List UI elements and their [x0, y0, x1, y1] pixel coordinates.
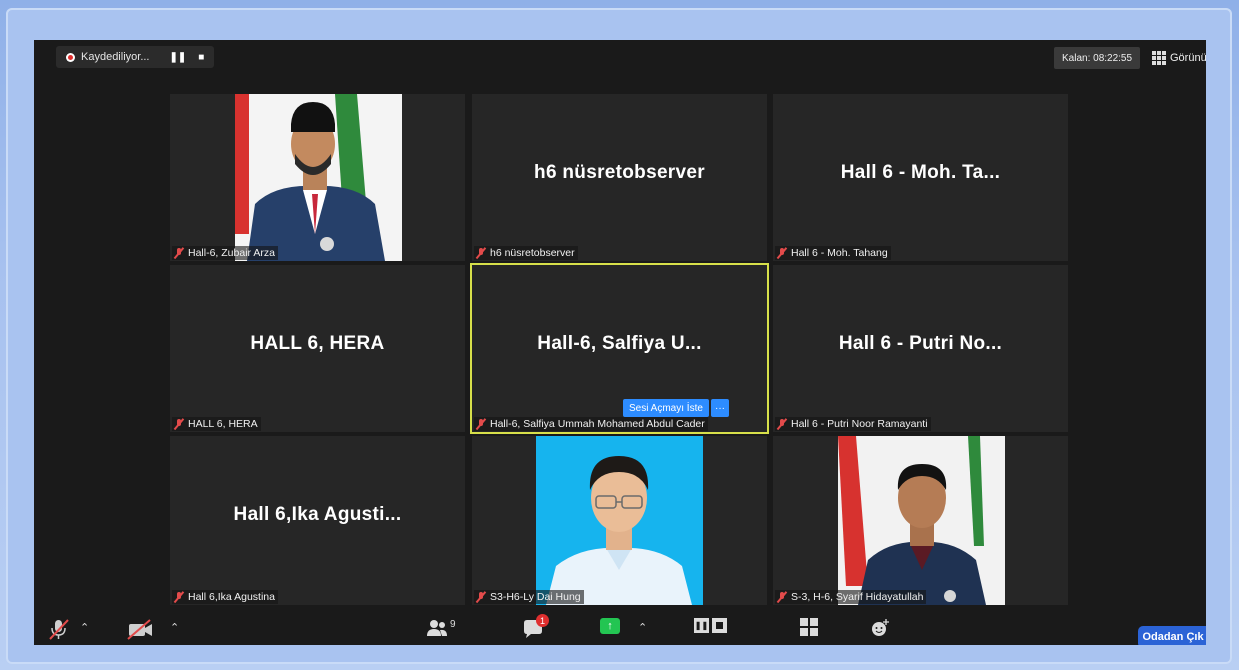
grid-view-icon: [1152, 51, 1166, 65]
participant-display-name: Hall 6 - Moh. Ta...: [840, 162, 1001, 183]
breakout-rooms-icon: [800, 618, 818, 636]
muted-microphone-icon: [49, 619, 69, 640]
participant-name: HALL 6, HERA: [172, 417, 261, 431]
participant-photo: [838, 436, 1005, 605]
recording-indicator[interactable]: Kaydediliyor... ❚❚ ■: [56, 46, 215, 68]
meeting-toolbar: ⌃ ⌃ 9 1 ↑ ⌃ ❚❚: [34, 612, 1206, 645]
participant-display-name: HALL 6, HERA: [250, 333, 385, 354]
reaction-emoji-icon: [872, 619, 889, 636]
top-bar: Kaydediliyor... ❚❚ ■ Kalan: 08:22:55 Gör…: [34, 40, 1206, 76]
mute-button[interactable]: [46, 618, 72, 640]
remaining-time: Kalan: 08:22:55: [1054, 47, 1141, 69]
muted-mic-icon: [475, 418, 487, 430]
chat-button[interactable]: 1: [522, 614, 549, 640]
participant-name: Hall-6, Salfiya Ummah Mohamed Abdul Cade…: [474, 417, 708, 431]
muted-mic-icon: [475, 591, 487, 603]
participant-photo: [235, 94, 402, 261]
participant-display-name: Hall 6,Ika Agusti...: [233, 504, 402, 525]
muted-mic-icon: [173, 247, 185, 259]
muted-mic-icon: [776, 591, 788, 603]
participant-name: Hall-6, Zubair Arza: [172, 246, 278, 260]
pause-icon[interactable]: ❚❚: [694, 618, 709, 633]
participant-tile[interactable]: HALL 6, HERA HALL 6, HERA: [170, 265, 465, 432]
video-off-icon: [127, 619, 152, 640]
recording-controls[interactable]: ❚❚: [694, 618, 727, 633]
participant-tile[interactable]: Hall 6 - Moh. Ta... Hall 6 - Moh. Tahang: [773, 94, 1068, 261]
start-video-button[interactable]: [126, 618, 154, 640]
recording-label: Kaydediliyor...: [81, 51, 150, 63]
muted-mic-icon: [173, 591, 185, 603]
meeting-screen: Kaydediliyor... ❚❚ ■ Kalan: 08:22:55 Gör…: [34, 40, 1206, 645]
participant-name: Hall 6 - Putri Noor Ramayanti: [775, 417, 931, 431]
participant-name: S3-H6-Ly Dai Hung: [474, 590, 584, 604]
participants-count: 9: [450, 618, 456, 630]
pause-recording-icon[interactable]: ❚❚: [169, 52, 186, 63]
participant-tile[interactable]: S-3, H-6, Syarif Hidayatullah: [773, 436, 1068, 605]
participants-icon: [427, 620, 447, 636]
participant-tile[interactable]: Hall 6,Ika Agusti... Hall 6,Ika Agustina: [170, 436, 465, 605]
ask-to-unmute-button[interactable]: Sesi Açmayı İste: [623, 399, 709, 417]
share-options-chevron-icon[interactable]: ⌃: [638, 621, 647, 634]
reactions-button[interactable]: [870, 618, 890, 638]
chat-badge: 1: [536, 614, 549, 627]
participant-display-name: h6 nüsretobserver: [534, 162, 705, 183]
video-options-chevron-icon[interactable]: ⌃: [170, 621, 179, 634]
record-icon: [66, 52, 75, 62]
stop-recording-icon[interactable]: ■: [198, 52, 204, 63]
participant-display-name: Hall-6, Salfiya U...: [537, 333, 702, 354]
breakout-rooms-button[interactable]: [800, 618, 818, 636]
audio-options-chevron-icon[interactable]: ⌃: [80, 621, 89, 634]
participant-name: h6 nüsretobserver: [474, 246, 578, 260]
muted-mic-icon: [776, 247, 788, 259]
participant-name: Hall 6 - Moh. Tahang: [775, 246, 891, 260]
participant-name: Hall 6,Ika Agustina: [172, 590, 278, 604]
view-label: Görünüm: [1170, 52, 1206, 64]
participant-photo: [536, 436, 703, 605]
participant-tile[interactable]: h6 nüsretobserver h6 nüsretobserver: [472, 94, 767, 261]
participants-button[interactable]: 9: [426, 618, 456, 638]
share-screen-icon: ↑: [600, 618, 620, 634]
share-screen-button[interactable]: ↑: [600, 618, 620, 634]
participant-tile[interactable]: Hall 6 - Putri No... Hall 6 - Putri Noor…: [773, 265, 1068, 432]
muted-mic-icon: [475, 247, 487, 259]
view-button[interactable]: Görünüm: [1152, 47, 1206, 69]
muted-mic-icon: [173, 418, 185, 430]
participant-tile[interactable]: S3-H6-Ly Dai Hung: [472, 436, 767, 605]
muted-mic-icon: [776, 418, 788, 430]
participant-tile[interactable]: Hall-6, Zubair Arza: [170, 94, 465, 261]
participant-name: S-3, H-6, Syarif Hidayatullah: [775, 590, 927, 604]
stop-icon[interactable]: [712, 618, 727, 633]
participant-display-name: Hall 6 - Putri No...: [838, 333, 1003, 354]
more-options-button[interactable]: ···: [711, 399, 729, 417]
leave-button[interactable]: Odadan Çık: [1138, 626, 1206, 645]
